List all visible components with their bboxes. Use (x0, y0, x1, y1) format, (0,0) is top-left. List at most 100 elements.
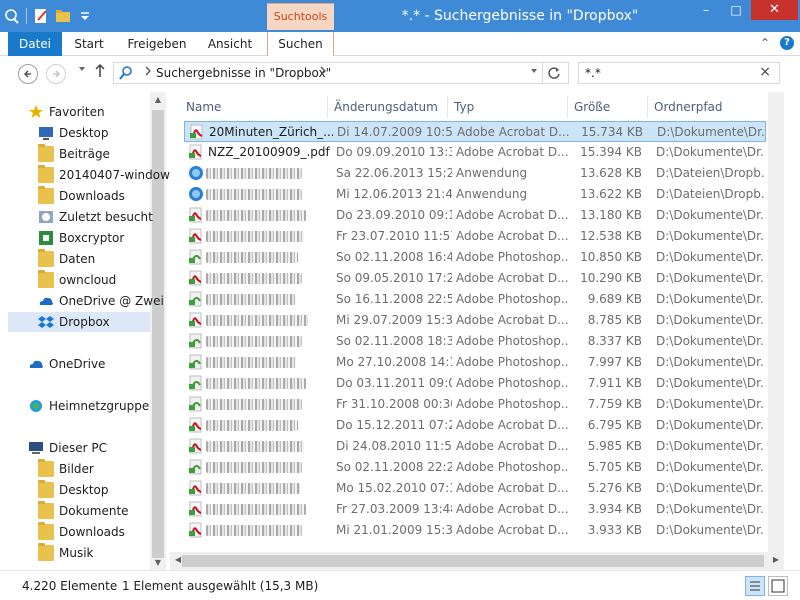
address-bar[interactable]: Suchergebnisse in "Dropbox" (113, 62, 569, 84)
documents-folder-icon (38, 501, 54, 519)
scroll-down-arrow-icon[interactable]: ▼ (150, 558, 166, 567)
file-type: Adobe Photoshop... (456, 355, 568, 369)
file-type: Adobe Acrobat D... (457, 125, 569, 139)
homegroup-icon (28, 398, 44, 414)
breadcrumb-chevron-icon[interactable] (319, 66, 327, 79)
refresh-button[interactable] (542, 63, 564, 83)
recent-locations-dropdown-icon[interactable] (78, 65, 86, 76)
table-row[interactable]: Sa 22.06.2013 15:27 Anwendung 13.628 KB D:\… (184, 163, 766, 184)
table-row[interactable]: Mi 29.07.2009 15:38 Adobe Acrobat D... 8.7… (184, 310, 766, 331)
file-path: D:\Dokumente\Dr... (656, 334, 764, 348)
clear-search-icon[interactable]: × (759, 64, 771, 80)
table-row[interactable]: So 09.05.2010 17:25 Adobe Acrobat D... 10.… (184, 268, 766, 289)
table-row[interactable]: Mo 15.02.2010 07:31 Adobe Acrobat D... 5.2… (184, 478, 766, 499)
tab-suchen[interactable]: Suchen (267, 32, 334, 56)
redacted-file-name (206, 336, 302, 347)
redacted-file-name (206, 252, 298, 263)
nav-item-10[interactable]: Dropbox (8, 312, 150, 332)
back-button[interactable] (18, 64, 38, 84)
nav-item-14[interactable]: Bilder (30, 459, 150, 479)
nav-item-0[interactable]: Favoriten (20, 102, 150, 122)
column-header-date[interactable]: Änderungsdatum (328, 96, 448, 118)
table-row[interactable]: Do 03.11.2011 09:08 Adobe Photoshop... 7.9… (184, 373, 766, 394)
new-folder-icon[interactable] (55, 8, 71, 24)
tab-ansicht[interactable]: Ansicht (200, 32, 260, 56)
breadcrumb-chevron-icon[interactable] (144, 66, 152, 79)
nav-item-5[interactable]: Zuletzt besucht (30, 207, 153, 227)
nav-item-11[interactable]: OneDrive (20, 354, 150, 374)
table-row[interactable]: Fr 27.03.2009 13:48 Adobe Acrobat D... 3.9… (184, 499, 766, 520)
details-view-icon[interactable] (745, 576, 765, 596)
address-history-dropdown-icon[interactable] (530, 67, 538, 78)
table-row[interactable]: Do 15.12.2011 07:23 Adobe Acrobat D... 6.7… (184, 415, 766, 436)
nav-item-label: Heimnetzgruppe (49, 399, 150, 413)
nav-item-6[interactable]: Boxcryptor (30, 228, 150, 248)
search-input[interactable]: *.* (585, 66, 601, 80)
tab-datei[interactable]: Datei (8, 32, 62, 56)
table-row[interactable]: 20Minuten_Zürich_... Di 14.07.2009 10:57 A… (184, 121, 766, 142)
ribbon-tabs: Datei Start Freigeben Ansicht Suchen ⌃ ? (0, 32, 800, 56)
file-path: D:\Dokumente\Dr... (656, 418, 764, 432)
column-header-type[interactable]: Typ (448, 96, 568, 118)
up-arrow-icon[interactable] (94, 63, 106, 83)
file-path: D:\Dokumente\Dr... (656, 397, 764, 411)
table-row[interactable]: So 02.11.2008 16:43 Adobe Photoshop... 10.… (184, 247, 766, 268)
help-icon[interactable]: ? (780, 36, 794, 50)
nav-item-12[interactable]: Heimnetzgruppe (20, 396, 150, 416)
file-list-scrollbar[interactable] (768, 92, 784, 570)
table-row[interactable]: Fr 31.10.2008 00:30 Adobe Photoshop... 7.7… (184, 394, 766, 415)
nav-item-4[interactable]: Downloads (30, 186, 150, 206)
tab-freigeben[interactable]: Freigeben (124, 32, 190, 56)
nav-item-7[interactable]: Daten (30, 249, 150, 269)
table-row[interactable]: Do 23.09.2010 09:17 Adobe Acrobat D... 13.… (184, 205, 766, 226)
table-row[interactable]: Mo 27.10.2008 14:16 Adobe Photoshop... 7.9… (184, 352, 766, 373)
file-date: Fr 23.07.2010 11:57 (336, 229, 452, 243)
nav-item-15[interactable]: Desktop (30, 480, 150, 500)
file-date: Mi 12.06.2013 21:45 (336, 187, 452, 201)
column-header-size[interactable]: Größe (568, 96, 648, 118)
horizontal-scroll-thumb[interactable] (182, 555, 764, 567)
properties-icon[interactable] (33, 8, 49, 24)
selection-info: 1 Element ausgewählt (15,3 MB) (122, 579, 319, 593)
forward-button[interactable] (46, 64, 66, 84)
large-icons-view-icon[interactable] (768, 576, 788, 596)
scroll-up-arrow-icon[interactable]: ▲ (150, 95, 166, 104)
navigation-scrollbar[interactable]: ▲ ▼ (150, 92, 166, 570)
breadcrumb-current[interactable]: Suchergebnisse in "Dropbox" (156, 66, 331, 80)
tab-start[interactable]: Start (66, 32, 112, 56)
redacted-file-name (206, 294, 296, 305)
nav-item-16[interactable]: Dokumente (30, 501, 150, 521)
table-row[interactable]: Di 24.08.2010 11:52 Adobe Acrobat D... 5.9… (184, 436, 766, 457)
file-size: 15.734 KB (581, 125, 643, 139)
redacted-file-name (206, 504, 306, 515)
nav-item-label: Zuletzt besucht (59, 210, 153, 224)
table-row[interactable]: NZZ_20100909_.pdf Do 09.09.2010 13:38 Adob… (184, 142, 766, 163)
close-button[interactable]: ✕ (751, 0, 798, 20)
nav-item-1[interactable]: Desktop (30, 123, 150, 143)
table-row[interactable]: Fr 23.07.2010 11:57 Adobe Acrobat D... 12.… (184, 226, 766, 247)
maximize-button[interactable]: □ (721, 0, 751, 20)
redacted-file-name (206, 462, 302, 473)
scroll-right-arrow-icon[interactable]: ▶ (768, 555, 784, 564)
minimize-button[interactable]: – (691, 0, 721, 20)
nav-item-2[interactable]: Beiträge (30, 144, 150, 164)
table-row[interactable]: Mi 21.01.2009 15:39 Adobe Acrobat D... 3.9… (184, 520, 766, 541)
nav-item-17[interactable]: Downloads (30, 522, 150, 542)
nav-item-18[interactable]: Musik (30, 543, 150, 563)
table-row[interactable]: So 02.11.2008 18:31 Adobe Photoshop... 8.3… (184, 331, 766, 352)
table-row[interactable]: So 02.11.2008 22:21 Adobe Photoshop... 5.7… (184, 457, 766, 478)
search-box[interactable]: *.* × (578, 62, 780, 84)
column-header-name[interactable]: Name (180, 96, 328, 118)
column-header-path[interactable]: Ordnerpfad (648, 96, 768, 118)
nav-item-13[interactable]: Dieser PC (20, 438, 150, 458)
nav-item-3[interactable]: 20140407-window (30, 165, 170, 185)
horizontal-scrollbar[interactable]: ◀ ▶ (170, 552, 784, 570)
explorer-app-icon[interactable] (4, 8, 20, 24)
nav-item-8[interactable]: owncloud (30, 270, 150, 290)
table-row[interactable]: Mi 12.06.2013 21:45 Anwendung 13.622 KB D:\… (184, 184, 766, 205)
ribbon-expand-chevron-icon[interactable]: ⌃ (760, 36, 770, 50)
table-row[interactable]: So 16.11.2008 22:57 Adobe Photoshop... 9.6… (184, 289, 766, 310)
nav-item-9[interactable]: OneDrive @ Zwei (30, 291, 164, 311)
customize-toolbar-icon[interactable] (77, 8, 93, 24)
file-type: Adobe Acrobat D... (456, 523, 568, 537)
